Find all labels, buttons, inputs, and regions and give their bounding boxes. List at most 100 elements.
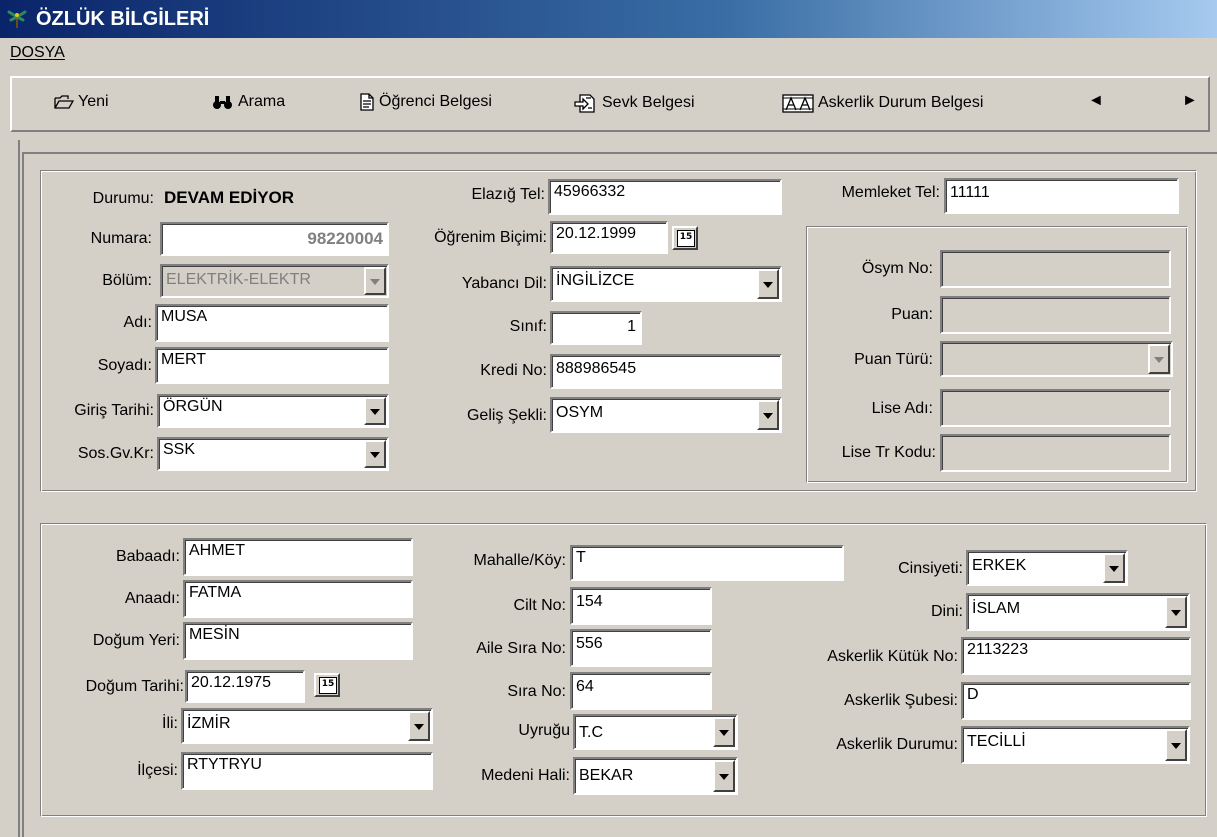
new-label: Yeni	[78, 93, 109, 110]
district-field[interactable]: RTYTRYU	[181, 752, 433, 790]
calendar-button[interactable]: 15	[672, 226, 698, 250]
student-cert-button[interactable]: Öğrenci Belgesi	[359, 93, 492, 111]
menu-file[interactable]: DOSYA	[10, 44, 65, 62]
nationality-value: T.C	[579, 724, 603, 741]
title-bar[interactable]: ÖZLÜK BİLGİLERİ	[0, 0, 1217, 38]
entry-type-label: Giriş Tarihi:	[74, 402, 154, 419]
referral-cert-label: Sevk Belgesi	[602, 94, 695, 111]
score-type-label: Puan Türü:	[854, 351, 933, 368]
district-label: İlçesi:	[137, 762, 178, 779]
military-registry-field[interactable]: 2113223	[961, 637, 1191, 675]
previous-record-button[interactable]: ◄	[1088, 92, 1104, 110]
marital-status-select[interactable]: BEKAR	[573, 757, 738, 795]
high-school-code-label: Lise Tr Kodu:	[841, 444, 936, 461]
osym-number-label: Ösym No:	[861, 260, 933, 277]
credit-number-field[interactable]: 888986545	[550, 354, 782, 389]
nationality-label: Uyruğu	[518, 722, 570, 739]
chevron-down-icon[interactable]	[364, 267, 386, 295]
gender-select[interactable]: ERKEK	[966, 550, 1128, 586]
foreign-language-select[interactable]: İNGİLİZCE	[550, 266, 782, 302]
toolbar: Yeni Arama Öğrenci Belgesi Sevk Belgesi	[10, 76, 1210, 132]
credit-number-label: Kredi No:	[480, 362, 547, 379]
village-value: T	[576, 549, 586, 566]
social-security-value: SSK	[163, 441, 196, 458]
birthdate-field[interactable]: 20.12.1975	[185, 670, 305, 703]
chevron-down-icon[interactable]	[757, 269, 779, 299]
name-field[interactable]: MUSA	[155, 304, 389, 342]
military-branch-field[interactable]: D	[961, 682, 1191, 720]
entry-type-select[interactable]: ÖRGÜN	[157, 394, 389, 428]
menu-bar: DOSYA	[0, 38, 1217, 72]
department-select[interactable]: ELEKTRİK-ELEKTR	[160, 264, 389, 298]
province-select[interactable]: İZMİR	[181, 708, 433, 744]
next-record-button[interactable]: ►	[1182, 92, 1198, 110]
number-value: 98220004	[307, 229, 383, 248]
chevron-down-icon[interactable]	[1148, 344, 1170, 374]
gender-label: Cinsiyeti:	[898, 560, 963, 577]
city-phone-label: Elazığ Tel:	[471, 186, 545, 203]
social-security-select[interactable]: SSK	[157, 437, 389, 471]
city-phone-field[interactable]: 45966332	[548, 179, 782, 215]
chevron-down-icon[interactable]	[1165, 729, 1187, 761]
military-cert-button[interactable]: Askerlik Durum Belgesi	[782, 93, 983, 113]
education-date-field[interactable]: 20.12.1999	[550, 221, 668, 254]
village-label: Mahalle/Köy:	[473, 552, 567, 569]
family-seq-value: 556	[576, 635, 603, 652]
mother-name-value: FATMA	[189, 584, 242, 601]
city-phone-value: 45966332	[554, 183, 626, 200]
father-name-label: Babaadı:	[115, 548, 180, 565]
student-cert-label: Öğrenci Belgesi	[379, 93, 492, 110]
chevron-down-icon[interactable]	[1165, 596, 1187, 628]
family-seq-field[interactable]: 556	[570, 629, 712, 667]
sequence-number-value: 64	[576, 678, 594, 695]
marital-status-value: BEKAR	[579, 767, 634, 784]
birthplace-field[interactable]: MESİN	[183, 622, 413, 660]
chevron-down-icon[interactable]	[713, 717, 735, 747]
chevron-down-icon[interactable]	[713, 760, 735, 792]
score-field[interactable]	[940, 296, 1171, 334]
new-button[interactable]: Yeni	[54, 93, 109, 111]
search-button[interactable]: Arama	[212, 93, 285, 111]
chevron-down-icon[interactable]	[364, 397, 386, 425]
chevron-down-icon[interactable]	[408, 711, 430, 741]
chevron-down-icon[interactable]	[1103, 553, 1125, 583]
osym-number-field[interactable]	[940, 250, 1171, 288]
religion-select[interactable]: İSLAM	[966, 593, 1190, 631]
class-field[interactable]: 1	[550, 311, 642, 345]
chevron-down-icon[interactable]	[364, 440, 386, 468]
mother-name-label: Anaadı:	[124, 590, 180, 607]
mother-name-field[interactable]: FATMA	[183, 580, 413, 618]
search-label: Arama	[238, 93, 286, 110]
military-status-select[interactable]: TECİLLİ	[961, 726, 1190, 764]
father-name-field[interactable]: AHMET	[183, 538, 413, 576]
volume-number-field[interactable]: 154	[570, 587, 712, 625]
military-registry-label: Askerlik Kütük No:	[827, 648, 958, 665]
calendar-icon: 15	[319, 677, 337, 694]
nationality-select[interactable]: T.C	[573, 714, 738, 750]
home-phone-field[interactable]: 11111	[944, 178, 1179, 214]
referral-cert-button[interactable]: Sevk Belgesi	[574, 93, 695, 113]
open-folder-icon	[54, 95, 74, 109]
score-type-select[interactable]	[940, 341, 1173, 377]
village-field[interactable]: T	[570, 545, 844, 581]
department-label: Bölüm:	[102, 272, 152, 289]
window-title: ÖZLÜK BİLGİLERİ	[36, 8, 210, 30]
high-school-label: Lise Adı:	[871, 400, 933, 417]
number-field[interactable]: 98220004	[160, 222, 389, 256]
home-phone-value: 11111	[950, 184, 990, 201]
home-phone-label: Memleket Tel:	[841, 184, 940, 201]
surname-field[interactable]: MERT	[155, 347, 389, 384]
birthdate-calendar-button[interactable]: 15	[314, 673, 340, 697]
arrival-type-select[interactable]: OSYM	[550, 397, 782, 433]
military-document-icon	[782, 94, 814, 113]
chevron-down-icon[interactable]	[757, 400, 779, 430]
high-school-code-field[interactable]	[940, 434, 1171, 472]
sequence-number-label: Sıra No:	[507, 683, 566, 700]
military-status-label: Askerlik Durumu:	[836, 736, 958, 753]
credit-number-value: 888986545	[556, 360, 637, 377]
high-school-field[interactable]	[940, 389, 1171, 427]
province-value: İZMİR	[187, 715, 231, 732]
gender-value: ERKEK	[972, 557, 1027, 574]
birthdate-label: Doğum Tarihi:	[85, 678, 184, 695]
sequence-number-field[interactable]: 64	[570, 672, 712, 710]
